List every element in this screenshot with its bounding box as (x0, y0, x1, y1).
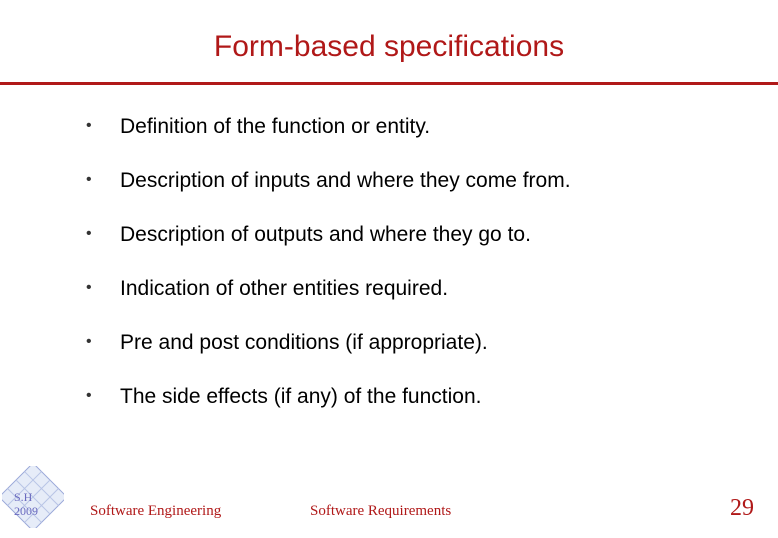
bullet-icon: • (80, 277, 120, 299)
slide-title: Form-based specifications (0, 0, 778, 82)
footer: Software Engineering Software Requiremen… (0, 496, 778, 526)
logo-text: S.H 2009 (14, 490, 38, 518)
logo-line2: 2009 (14, 504, 38, 518)
page-number: 29 (730, 495, 754, 522)
footer-left-text: Software Engineering (90, 503, 221, 520)
list-item: • Description of inputs and where they c… (80, 169, 728, 193)
bullet-text: The side effects (if any) of the functio… (120, 385, 481, 409)
logo-line1: S.H (14, 490, 38, 504)
list-item: • Definition of the function or entity. (80, 115, 728, 139)
list-item: • The side effects (if any) of the funct… (80, 385, 728, 409)
list-item: • Indication of other entities required. (80, 277, 728, 301)
bullet-icon: • (80, 223, 120, 245)
footer-center-text: Software Requirements (310, 503, 451, 520)
slide: Form-based specifications • Definition o… (0, 0, 778, 538)
bullet-text: Description of inputs and where they com… (120, 169, 571, 193)
bullet-text: Description of outputs and where they go… (120, 223, 531, 247)
bullet-icon: • (80, 169, 120, 191)
list-item: • Pre and post conditions (if appropriat… (80, 331, 728, 355)
content-area: • Definition of the function or entity. … (0, 85, 778, 409)
bullet-text: Definition of the function or entity. (120, 115, 430, 139)
bullet-icon: • (80, 331, 120, 353)
bullet-icon: • (80, 385, 120, 407)
bullet-icon: • (80, 115, 120, 137)
list-item: • Description of outputs and where they … (80, 223, 728, 247)
bullet-text: Indication of other entities required. (120, 277, 448, 301)
bullet-list: • Definition of the function or entity. … (80, 115, 728, 409)
bullet-text: Pre and post conditions (if appropriate)… (120, 331, 488, 355)
